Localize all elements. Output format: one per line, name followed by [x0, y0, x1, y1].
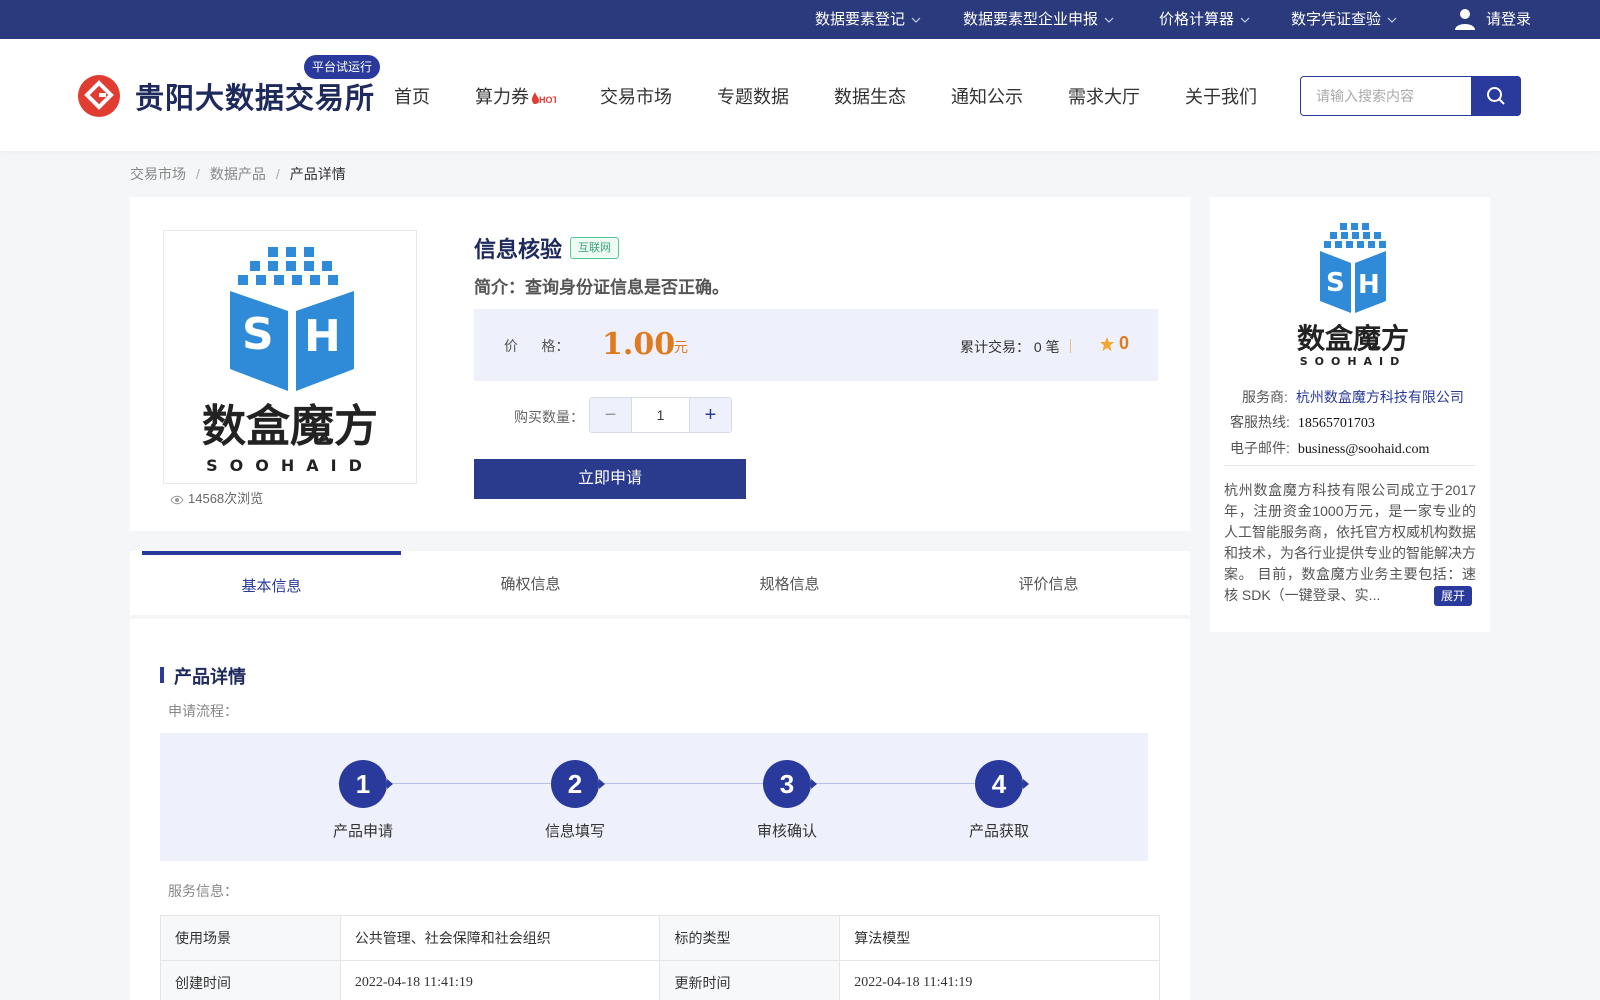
detail-tabs: 基本信息 确权信息 规格信息 评价信息: [130, 551, 1190, 615]
nav-data-ecosystem[interactable]: 数据生态: [834, 83, 906, 109]
product-title: 信息核验: [474, 237, 563, 262]
search-button[interactable]: [1471, 76, 1521, 116]
chevron-down-icon: [911, 17, 921, 23]
tab-basic-info[interactable]: 基本信息: [142, 551, 401, 615]
flow-label: 申请流程：: [168, 703, 238, 719]
svg-text:S: S: [1326, 268, 1345, 298]
nav-home[interactable]: 首页: [394, 83, 430, 109]
price-panel: 价 格： 1.00 元 累计交易： 0 笔 0: [474, 309, 1158, 381]
trade-count: 累计交易： 0 笔: [960, 339, 1060, 355]
increase-button[interactable]: +: [690, 398, 731, 432]
flow-step: 4 产品获取: [939, 760, 1059, 841]
price-label: 价 格：: [504, 338, 570, 354]
soohaid-logo-icon: S H 数盒魔方 SOOHAID: [202, 247, 378, 475]
nav-topic-data[interactable]: 专题数据: [717, 83, 789, 109]
beta-badge: 平台试运行: [304, 55, 381, 79]
divider: [1224, 465, 1476, 466]
brand-logo-icon[interactable]: [78, 75, 120, 117]
star-icon[interactable]: [1099, 336, 1115, 352]
step-label: 产品获取: [968, 823, 1029, 840]
section-marker: [160, 667, 164, 683]
breadcrumb: 交易市场 / 数据产品 / 产品详情: [130, 166, 346, 182]
flow-step: 1 产品申请: [303, 760, 423, 841]
svg-text:H: H: [1358, 270, 1380, 300]
svg-text:SOOHAID: SOOHAID: [1300, 355, 1407, 367]
hot-badge-icon: HOT: [532, 92, 556, 105]
expand-button[interactable]: 展开: [1434, 586, 1473, 606]
email-row: 电子邮件: business@soohaid.com: [1230, 440, 1430, 457]
search-input[interactable]: [1302, 78, 1470, 114]
price-unit: 元: [674, 339, 688, 355]
divider: [1070, 339, 1071, 353]
chevron-down-icon: [1240, 17, 1250, 23]
service-info-label: 服务信息：: [168, 883, 238, 899]
hotline-value: 18565701703: [1297, 416, 1375, 431]
product-card: S H 数盒魔方 SOOHAID 14568次浏览 信息核验 互联网 简介：查询…: [130, 197, 1190, 531]
decrease-button[interactable]: −: [590, 398, 631, 432]
apply-now-button[interactable]: 立即申请: [474, 459, 746, 499]
user-icon[interactable]: [1453, 7, 1477, 31]
topbar-link-enterprise-report[interactable]: 数据要素型企业申报: [963, 0, 1114, 39]
breadcrumb-current: 产品详情: [289, 166, 346, 182]
breadcrumb-trading-market[interactable]: 交易市场: [130, 166, 186, 182]
svg-text:H: H: [304, 311, 341, 362]
step-number: 2: [551, 760, 605, 808]
nav-about-us[interactable]: 关于我们: [1185, 83, 1257, 109]
login-link[interactable]: 请登录: [1486, 0, 1531, 39]
section-title: 产品详情: [174, 667, 246, 687]
eye-icon: [170, 495, 184, 504]
topbar-link-price-calculator[interactable]: 价格计算器: [1159, 0, 1250, 39]
provider-link[interactable]: 杭州数盒魔方科技有限公司: [1296, 389, 1464, 405]
step-label: 信息填写: [544, 823, 605, 840]
quantity-stepper: − 1 +: [589, 397, 732, 433]
search-icon: [1487, 87, 1505, 105]
svg-text:数盒魔方: 数盒魔方: [202, 401, 378, 452]
topbar-link-data-registration[interactable]: 数据要素登记: [815, 0, 921, 39]
step-number: 1: [339, 760, 393, 808]
price-value: 1.00: [602, 327, 676, 362]
nav-compute-voucher[interactable]: 算力券: [475, 83, 529, 109]
nav-demand-hall[interactable]: 需求大厅: [1068, 83, 1140, 109]
product-detail-section: 产品详情 申请流程： 1 产品申请 2 信息填写 3 审核确认 4 产品获取 服…: [130, 619, 1190, 1000]
svg-text:SOOHAID: SOOHAID: [206, 456, 374, 475]
svg-text:S: S: [242, 309, 274, 360]
application-flow: 1 产品申请 2 信息填写 3 审核确认 4 产品获取: [160, 733, 1148, 861]
breadcrumb-data-products[interactable]: 数据产品: [210, 166, 266, 182]
favorite-count: 0: [1119, 333, 1130, 353]
category-tag: 互联网: [570, 237, 619, 259]
quantity-value[interactable]: 1: [631, 398, 690, 432]
hotline-row: 客服热线: 18565701703: [1230, 414, 1375, 431]
view-count: 14568次浏览: [170, 488, 263, 507]
brand-name[interactable]: 贵阳大数据交易所: [135, 75, 375, 117]
provider-row: 服务商: 杭州数盒魔方科技有限公司: [1242, 389, 1464, 405]
top-bar: 数据要素登记 数据要素型企业申报 价格计算器 数字凭证查验 请登录: [0, 0, 1600, 39]
nav-trading-market[interactable]: 交易市场: [600, 83, 672, 109]
quantity-label: 购买数量：: [514, 409, 584, 425]
site-header: 贵阳大数据交易所 平台试运行 首页 算力券 HOT 交易市场 专题数据 数据生态…: [0, 39, 1600, 151]
nav-notices[interactable]: 通知公示: [951, 83, 1023, 109]
table-row: 使用场景 公共管理、社会保障和社会组织 标的类型 算法模型: [160, 915, 1160, 961]
seller-card: S H 数盒魔方 SOOHAID 服务商: 杭州数盒魔方科技有限公司 客服热线: 1…: [1210, 197, 1490, 632]
table-row: 创建时间 2022-04-18 11:41:19 更新时间 2022-04-18…: [160, 960, 1160, 1000]
chevron-down-icon: [1104, 17, 1114, 23]
svg-text:数盒魔方: 数盒魔方: [1297, 322, 1409, 355]
topbar-link-voucher-check[interactable]: 数字凭证查验: [1291, 0, 1397, 39]
flow-step: 3 审核确认: [727, 760, 847, 841]
service-info-table: 使用场景 公共管理、社会保障和社会组织 标的类型 算法模型 创建时间 2022-…: [160, 915, 1160, 1000]
step-number: 3: [763, 760, 817, 808]
product-intro: 简介：查询身份证信息是否正确。: [474, 278, 729, 297]
product-image: S H 数盒魔方 SOOHAID: [163, 230, 417, 484]
flow-step: 2 信息填写: [515, 760, 635, 841]
seller-logo-icon[interactable]: S H 数盒魔方 SOOHAID: [1288, 223, 1418, 367]
tab-review-info[interactable]: 评价信息: [919, 551, 1178, 615]
tab-rights-info[interactable]: 确权信息: [401, 551, 660, 615]
chevron-down-icon: [1387, 17, 1397, 23]
email-value: business@soohaid.com: [1297, 442, 1430, 457]
step-label: 审核确认: [756, 823, 817, 840]
step-number: 4: [975, 760, 1029, 808]
tab-spec-info[interactable]: 规格信息: [660, 551, 919, 615]
flow-connector: [338, 783, 976, 784]
step-label: 产品申请: [332, 823, 393, 840]
svg-text:HOT: HOT: [539, 95, 556, 105]
